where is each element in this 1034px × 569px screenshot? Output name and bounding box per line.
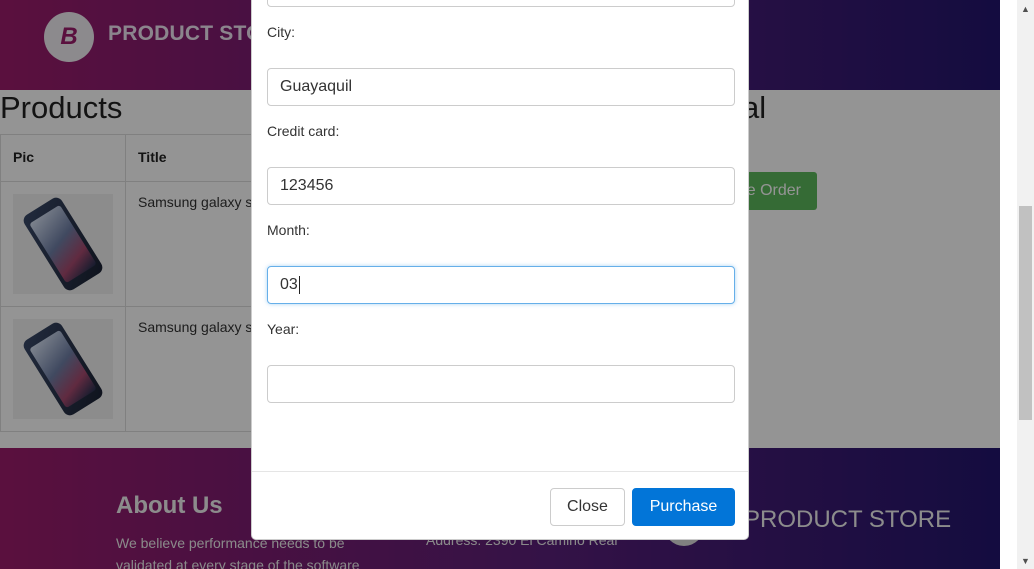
vertical-scrollbar: ▲ ▼ — [1000, 0, 1034, 569]
credit-card-input[interactable]: 123456 — [267, 167, 735, 205]
modal-footer-divider — [252, 471, 748, 472]
scroll-down-arrow-icon[interactable]: ▼ — [1017, 552, 1034, 569]
year-input[interactable] — [267, 365, 735, 403]
scroll-thumb[interactable] — [1019, 206, 1032, 420]
place-order-modal: City: Guayaquil Credit card: 123456 Mont… — [251, 0, 749, 540]
text-caret — [298, 275, 300, 294]
year-label: Year: — [267, 321, 300, 337]
credit-card-label: Credit card: — [267, 123, 340, 139]
city-input[interactable]: Guayaquil — [267, 68, 735, 106]
scroll-up-arrow-icon[interactable]: ▲ — [1017, 0, 1034, 17]
purchase-button[interactable]: Purchase — [632, 488, 735, 526]
previous-field-edge[interactable] — [267, 0, 735, 7]
month-label: Month: — [267, 222, 310, 238]
month-input[interactable]: 03 — [267, 266, 735, 304]
city-label: City: — [267, 24, 295, 40]
close-button[interactable]: Close — [550, 488, 625, 526]
scrollbar-gutter — [1000, 0, 1017, 569]
month-value: 03 — [280, 276, 298, 293]
